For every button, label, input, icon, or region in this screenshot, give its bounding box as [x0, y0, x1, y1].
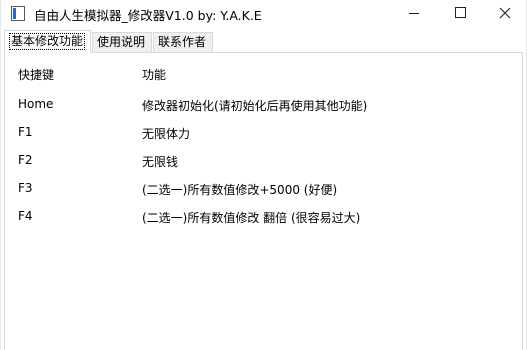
app-icon [11, 6, 25, 21]
hotkey-cell: F2 [18, 153, 33, 167]
tab-strip: 基本修改功能 使用说明 联系作者 [4, 30, 523, 53]
table-row: F2 无限钱 [5, 153, 522, 171]
close-button[interactable] [483, 0, 527, 27]
table-row: F3 (二选一)所有数值修改+5000 (好便) [5, 181, 522, 199]
table-row: Home 修改器初始化(请初始化后再使用其他功能) [5, 97, 522, 115]
tab-label: 基本修改功能 [9, 33, 86, 50]
hotkey-cell: F3 [18, 181, 33, 195]
tab-usage-guide[interactable]: 使用说明 [92, 32, 152, 52]
close-icon [499, 7, 511, 19]
hotkey-cell: F4 [18, 209, 33, 223]
app-window: 自由人生模拟器_修改器V1.0 by: Y.A.K.E 基本修改功能 使用说明 … [0, 0, 527, 350]
function-cell: (二选一)所有数值修改 翻倍 (很容易过大) [142, 211, 361, 225]
header-function: 功能 [142, 68, 167, 82]
function-cell: 无限体力 [142, 127, 191, 141]
tab-basic-modify[interactable]: 基本修改功能 [4, 30, 91, 53]
minimize-button[interactable] [392, 0, 437, 27]
hotkey-cell: F1 [18, 125, 33, 139]
function-cell: 修改器初始化(请初始化后再使用其他功能) [142, 99, 368, 113]
tab-panel: 快捷键 功能 Home 修改器初始化(请初始化后再使用其他功能) F1 无限体力… [4, 52, 523, 350]
window-title: 自由人生模拟器_修改器V1.0 by: Y.A.K.E [34, 8, 262, 23]
header-hotkey: 快捷键 [18, 68, 55, 82]
maximize-button[interactable] [438, 0, 483, 27]
tab-label: 使用说明 [97, 35, 146, 49]
tab-label: 联系作者 [158, 35, 207, 49]
hotkey-cell: Home [18, 97, 54, 111]
table-header: 快捷键 功能 [5, 66, 522, 84]
title-bar[interactable]: 自由人生模拟器_修改器V1.0 by: Y.A.K.E [1, 0, 526, 27]
function-cell: (二选一)所有数值修改+5000 (好便) [142, 183, 338, 197]
table-row: F1 无限体力 [5, 125, 522, 143]
table-row: F4 (二选一)所有数值修改 翻倍 (很容易过大) [5, 209, 522, 227]
tab-contact-author[interactable]: 联系作者 [153, 32, 213, 52]
function-cell: 无限钱 [142, 155, 179, 169]
